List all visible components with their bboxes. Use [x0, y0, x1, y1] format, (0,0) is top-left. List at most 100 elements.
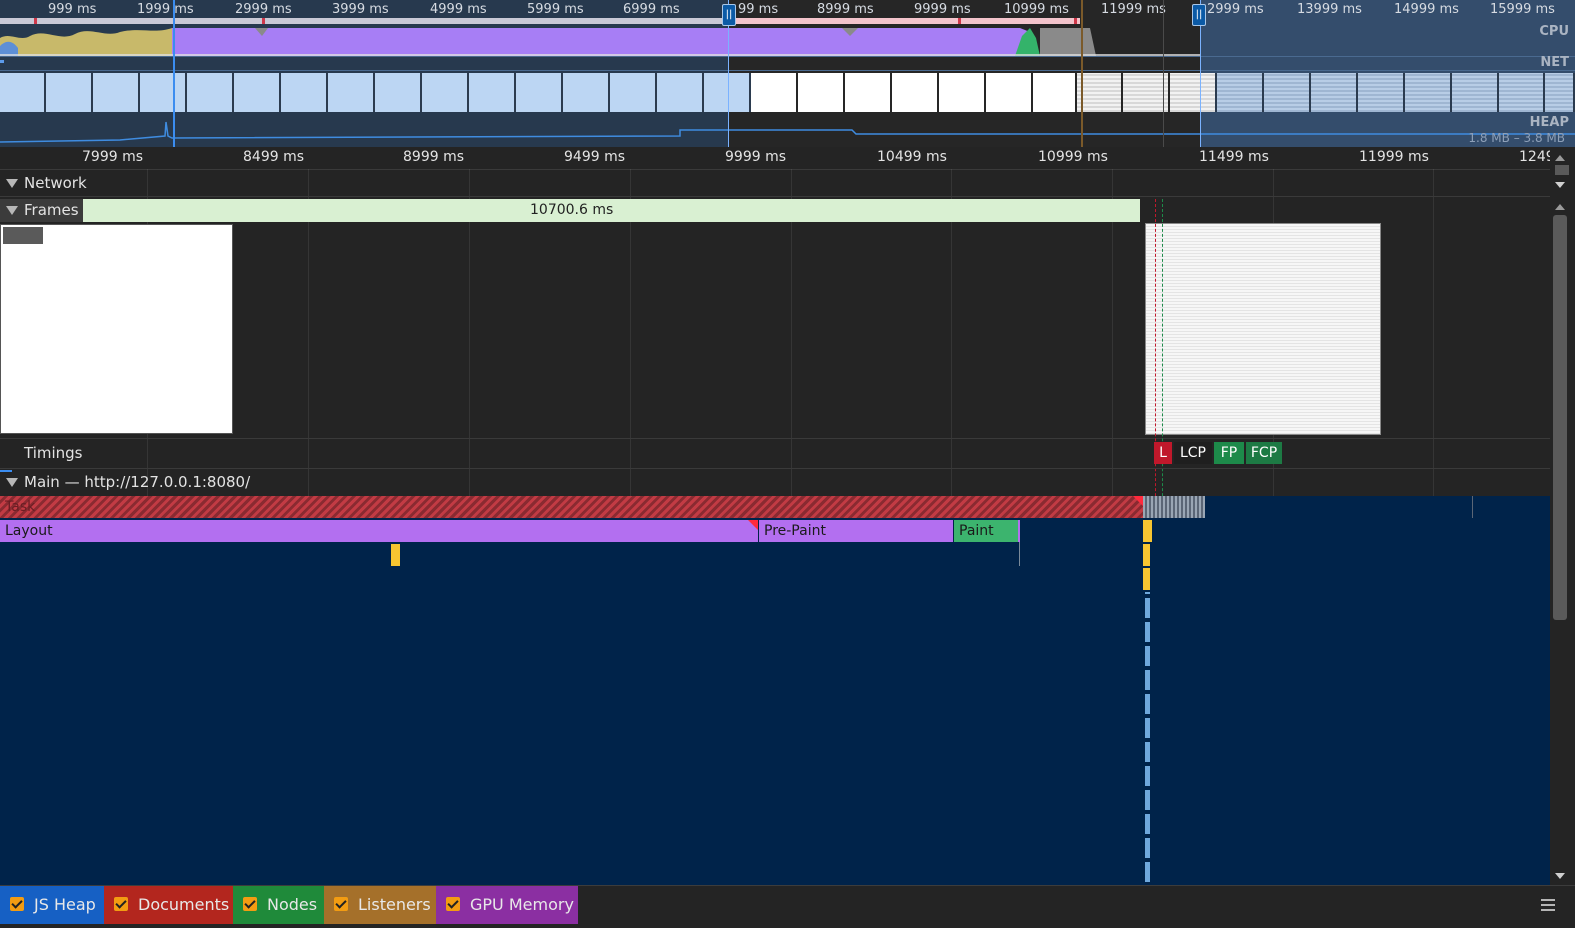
hamburger-menu-icon[interactable] [1541, 899, 1555, 911]
long-task-flag-icon [1133, 496, 1143, 506]
prepaint-slice[interactable]: Pre-Paint [759, 520, 953, 542]
main-thread-header[interactable]: Main — http://127.0.0.1:8080/ [0, 469, 1550, 496]
screenshot-thumbnail[interactable] [1405, 73, 1452, 112]
net-divider [0, 56, 1575, 57]
lcp-marker[interactable]: LCP [1174, 442, 1212, 464]
paint-slice[interactable]: Paint [954, 520, 1018, 542]
screenshot-thumbnail[interactable] [93, 73, 140, 112]
screenshot-thumbnail[interactable] [1077, 73, 1123, 112]
frame-screenshot-blank[interactable] [0, 224, 233, 434]
screenshot-thumbnail[interactable] [1170, 73, 1217, 112]
screenshot-thumbnail[interactable] [140, 73, 187, 112]
call-stack-column[interactable] [1145, 592, 1150, 882]
screenshot-thumbnail[interactable] [375, 73, 422, 112]
screenshot-thumbnail[interactable] [610, 73, 657, 112]
selection-right-handle[interactable]: || [1192, 4, 1206, 26]
checkbox-icon[interactable] [334, 896, 348, 911]
checkbox-icon[interactable] [10, 896, 24, 911]
counter-nodes[interactable]: Nodes [233, 886, 324, 924]
overview-tick: 4999 ms [430, 2, 487, 17]
frame-bar[interactable]: 10700.6 ms [0, 199, 1140, 222]
overview-tick: 1999 ms [137, 2, 194, 17]
screenshot-thumbnail[interactable] [986, 73, 1033, 112]
ruler-tick: 11499 ms [1199, 149, 1269, 165]
fp-marker[interactable]: FP [1214, 442, 1244, 464]
overview-tick: 14999 ms [1394, 2, 1459, 17]
screenshot-thumbnail[interactable] [187, 73, 234, 112]
timeline-overview[interactable]: 999 ms 1999 ms 2999 ms 3999 ms 4999 ms 5… [0, 0, 1575, 147]
overview-tick: 3999 ms [332, 2, 389, 17]
counter-documents[interactable]: Documents [104, 886, 233, 924]
cpu-chart [0, 28, 1200, 56]
screenshot-thumbnail[interactable] [892, 73, 939, 112]
screenshot-thumbnail[interactable] [1358, 73, 1405, 112]
network-track-header[interactable]: Network [0, 170, 1550, 197]
arrow-down-icon[interactable] [1555, 182, 1565, 188]
scrollbar-thumb[interactable] [1553, 215, 1567, 620]
main-thread-title: Main — http://127.0.0.1:8080/ [24, 473, 251, 491]
task-slice[interactable]: Task [0, 496, 1143, 518]
frame-screenshot-badge [3, 227, 43, 244]
screenshot-thumbnail[interactable] [563, 73, 610, 112]
expand-triangle-icon[interactable] [6, 179, 18, 188]
heap-track-label: HEAP [1529, 115, 1569, 130]
screenshot-thumbnail[interactable] [1264, 73, 1311, 112]
arrow-up-icon[interactable] [1555, 204, 1565, 210]
script-slice[interactable] [1143, 544, 1150, 566]
arrow-up-icon[interactable] [1555, 155, 1565, 161]
frames-track-title: Frames [24, 201, 79, 219]
screenshot-thumbnail[interactable] [751, 73, 798, 112]
load-marker[interactable]: L [1154, 442, 1172, 464]
main-flame-chart[interactable]: Task Layout Pre-Paint Paint [0, 496, 1550, 885]
overview-tick: 99 ms [738, 2, 779, 17]
screenshot-thumbnail[interactable] [845, 73, 892, 112]
screenshot-thumbnail[interactable] [516, 73, 563, 112]
fcp-marker[interactable]: FCP [1246, 442, 1282, 464]
screenshot-thumbnail[interactable] [657, 73, 704, 112]
script-slice[interactable] [391, 544, 400, 566]
overview-tick: 11999 ms [1101, 2, 1166, 17]
timings-track-header[interactable]: Timings [0, 439, 1550, 469]
scroll-thumb-top[interactable] [1555, 165, 1569, 175]
counter-label: GPU Memory [470, 895, 574, 914]
screenshot-thumbnail[interactable] [328, 73, 375, 112]
ruler-tick: 9999 ms [725, 149, 787, 165]
screenshot-thumbnail[interactable] [1499, 73, 1545, 112]
checkbox-icon[interactable] [114, 896, 128, 911]
overview-tick: 999 ms [48, 2, 97, 17]
frame-screenshot-table[interactable] [1145, 223, 1381, 435]
screenshot-thumbnail[interactable] [1311, 73, 1358, 112]
overview-tick: 8999 ms [817, 2, 874, 17]
screenshot-thumbnail[interactable] [422, 73, 469, 112]
counter-js-heap[interactable]: JS Heap [0, 886, 104, 924]
composite-slice[interactable] [1018, 520, 1020, 542]
screenshot-thumbnail[interactable] [46, 73, 93, 112]
net-request-bar [0, 60, 4, 63]
screenshot-thumbnail[interactable] [1545, 73, 1575, 112]
layout-slice[interactable]: Layout [0, 520, 758, 542]
script-slice[interactable] [1143, 568, 1150, 590]
counter-gpu-memory[interactable]: GPU Memory [436, 886, 578, 924]
expand-triangle-icon[interactable] [6, 206, 18, 215]
counter-listeners[interactable]: Listeners [324, 886, 436, 924]
screenshot-thumbnail[interactable] [1033, 73, 1077, 112]
screenshot-thumbnail[interactable] [939, 73, 986, 112]
frames-track-header[interactable]: Frames [0, 199, 83, 222]
screenshot-thumbnail[interactable] [234, 73, 281, 112]
selection-left-handle[interactable]: || [722, 4, 736, 26]
heap-range-label: 1.8 MB – 3.8 MB [1468, 131, 1565, 145]
screenshot-thumbnail[interactable] [798, 73, 845, 112]
task-cluster[interactable] [1143, 496, 1205, 518]
screenshot-thumbnail[interactable] [0, 73, 46, 112]
checkbox-icon[interactable] [243, 896, 257, 911]
screenshot-thumbnail[interactable] [281, 73, 328, 112]
time-ruler[interactable]: 7999 ms 8499 ms 8999 ms 9499 ms 9999 ms … [0, 147, 1555, 170]
overview-tick: 13999 ms [1297, 2, 1362, 17]
screenshot-thumbnail[interactable] [469, 73, 516, 112]
expand-triangle-icon[interactable] [6, 478, 18, 487]
arrow-down-icon[interactable] [1555, 873, 1565, 879]
screenshot-thumbnail[interactable] [1217, 73, 1264, 112]
checkbox-icon[interactable] [446, 896, 460, 911]
script-slice[interactable] [1143, 520, 1152, 542]
screenshot-thumbnail[interactable] [1452, 73, 1499, 112]
